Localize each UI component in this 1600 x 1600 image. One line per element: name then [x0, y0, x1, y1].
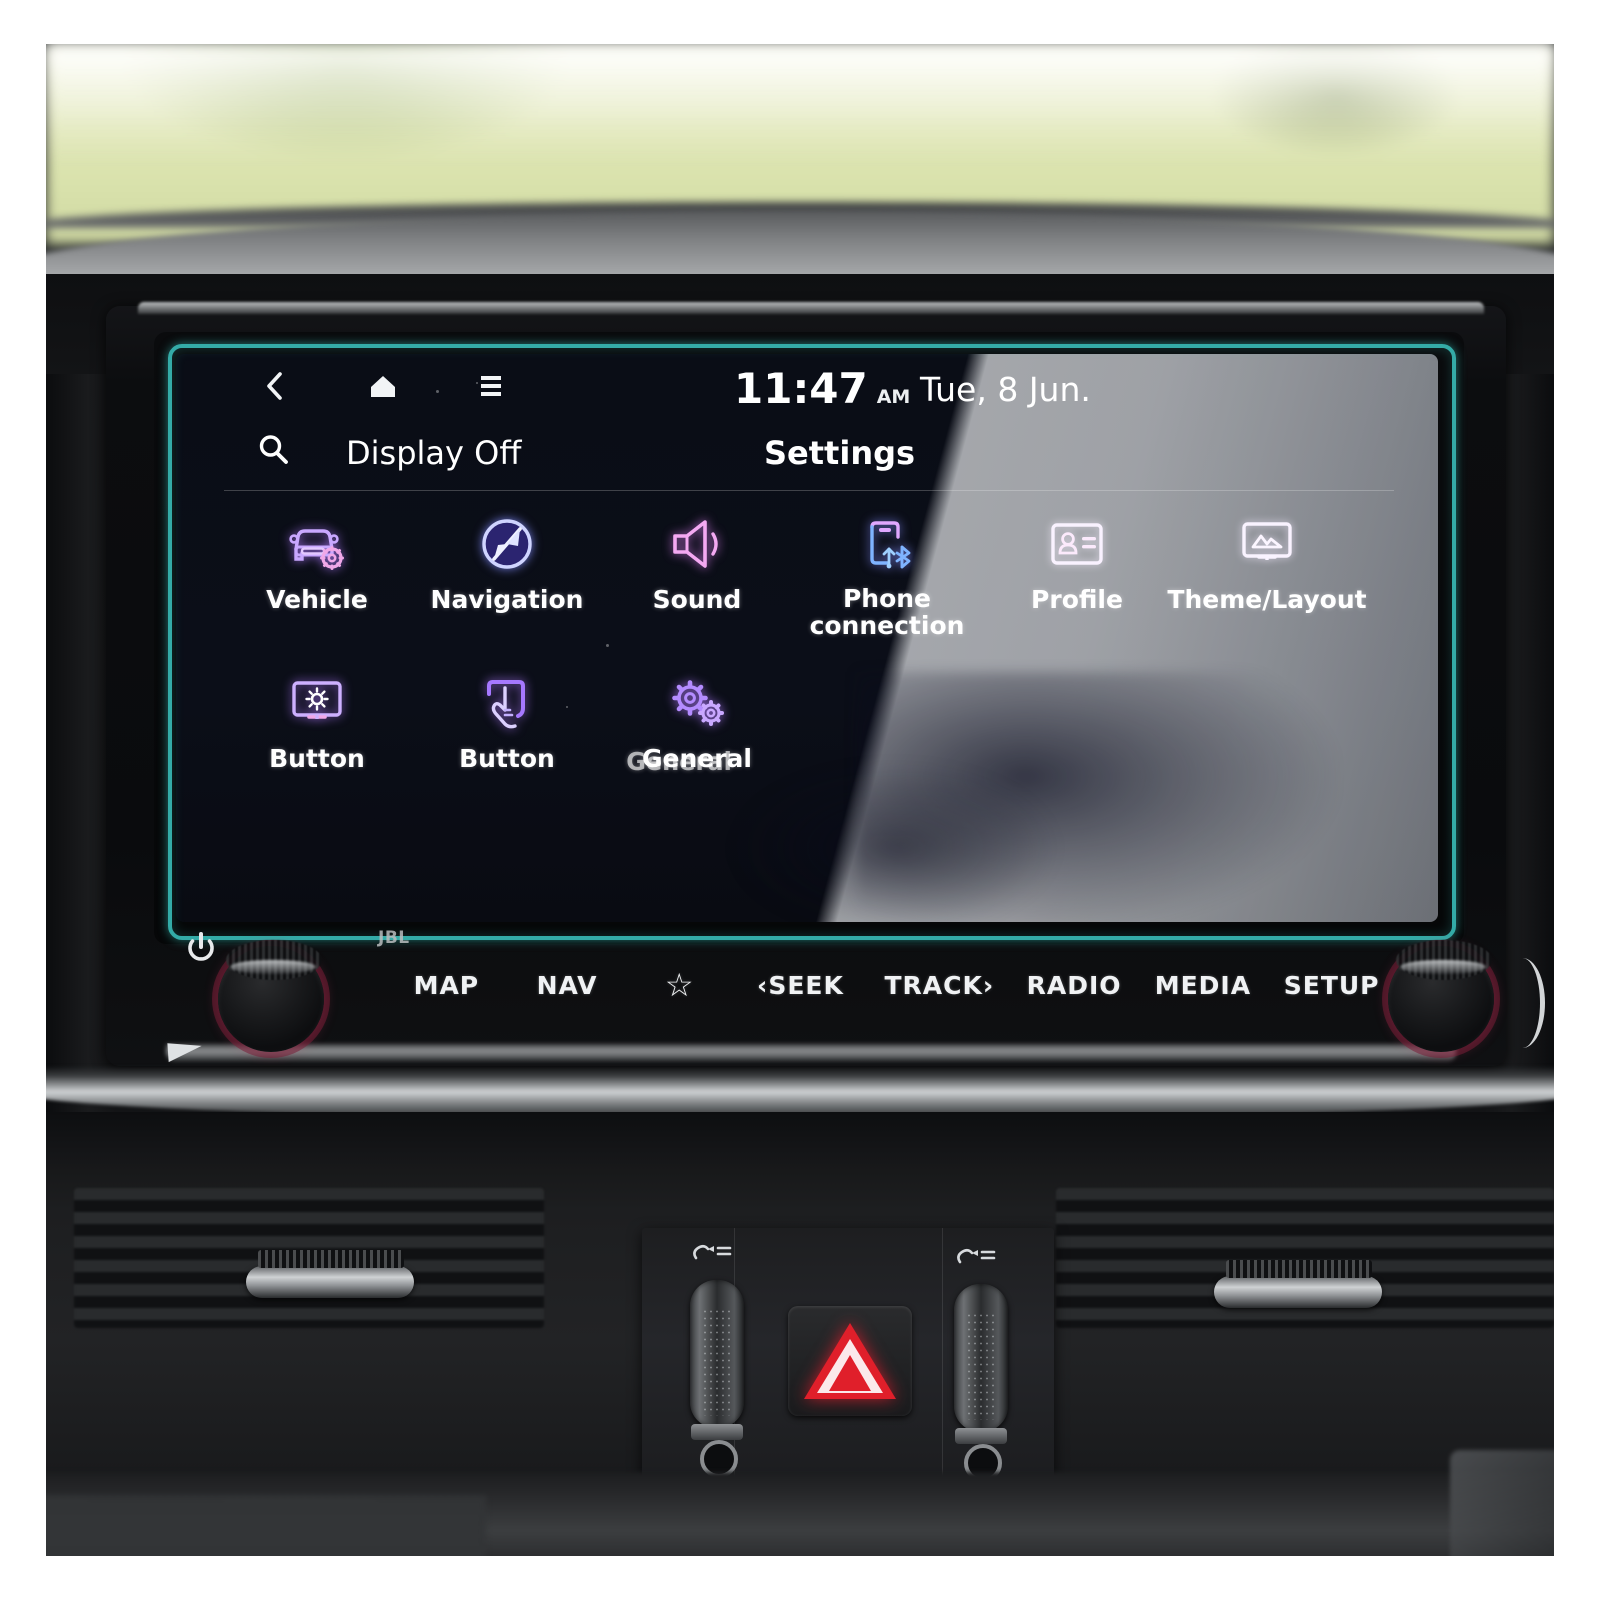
screenshot-root: 11:47 AM Tue, 8 Jun. Display Off Setting… [0, 0, 1600, 1600]
head-unit-controls: JBL MAP NAV ☆ ‹SEEK TRACK› RADIO MEDIA S… [106, 924, 1545, 1064]
settings-item-label: Sound [652, 585, 742, 614]
infotainment-screen[interactable]: 11:47 AM Tue, 8 Jun. Display Off Setting… [176, 354, 1438, 922]
compass-icon [475, 514, 539, 574]
home-icon[interactable] [366, 369, 400, 403]
hw-button-nav[interactable]: NAV [507, 971, 628, 1000]
phone-connection-icon [855, 514, 919, 574]
dashboard-photo: 11:47 AM Tue, 8 Jun. Display Off Setting… [46, 44, 1554, 1556]
frame-top [0, 0, 1600, 44]
hazard-control-panel [642, 1228, 1054, 1510]
settings-grid-row-2: Button Button General General [176, 663, 1438, 772]
speaker-icon [665, 514, 729, 574]
settings-item-label: Profile [1031, 585, 1123, 614]
gears-icon [665, 673, 729, 733]
car-settings-icon [285, 514, 349, 574]
status-bar: 11:47 AM Tue, 8 Jun. [176, 354, 1438, 418]
screen-reflection-dark-2 [731, 762, 1060, 922]
hardware-button-row: MAP NAV ☆ ‹SEEK TRACK› RADIO MEDIA SETUP [386, 966, 1396, 1004]
defroster-cap-right [955, 1428, 1007, 1444]
frame-right [1554, 0, 1600, 1600]
hw-button-radio[interactable]: RADIO [1010, 971, 1139, 1000]
rear-defroster-control[interactable] [954, 1284, 1008, 1432]
tune-arc-mark [1500, 958, 1545, 1048]
settings-item-label: General [642, 745, 752, 772]
sub-bar: Display Off Settings [176, 418, 1438, 488]
profile-card-icon [1045, 514, 1109, 574]
settings-item-label: Navigation [430, 585, 584, 614]
page-title: Settings [764, 434, 916, 472]
power-icon[interactable] [186, 932, 216, 969]
hw-button-media[interactable]: MEDIA [1138, 971, 1267, 1000]
nav-icon-group [258, 369, 508, 403]
tune-knob[interactable] [1388, 946, 1494, 1052]
settings-item-label: Button [459, 744, 555, 773]
touch-gesture-icon [475, 673, 539, 733]
head-unit-chrome-top [138, 302, 1484, 314]
jbl-logo: JBL [378, 928, 410, 948]
settings-item-label: Vehicle [266, 585, 368, 614]
hw-button-track[interactable]: TRACK› [869, 971, 1010, 1000]
settings-item-label: Phone connection [809, 584, 965, 640]
console-right-trim [1450, 1450, 1554, 1556]
settings-item-navigation[interactable]: Navigation [412, 504, 602, 639]
hw-button-map[interactable]: MAP [386, 971, 507, 1000]
search-icon[interactable] [256, 432, 290, 471]
front-defroster-control[interactable] [690, 1280, 744, 1428]
settings-grid: Vehicle Navigation Sound Phone connectio… [176, 504, 1438, 772]
settings-item-vehicle[interactable]: Vehicle [222, 504, 412, 639]
settings-grid-row-1: Vehicle Navigation Sound Phone connectio… [176, 504, 1438, 639]
display-brightness-icon [285, 673, 349, 733]
settings-item-button-display[interactable]: Button [222, 663, 412, 772]
star-favorite-icon[interactable]: ☆ [627, 966, 732, 1004]
back-chevron-icon[interactable] [258, 369, 292, 403]
settings-item-general[interactable]: General [602, 663, 792, 772]
floor-carpet [46, 1496, 486, 1556]
panel-seam [942, 1228, 943, 1510]
defroster-rear-icon [954, 1244, 1000, 1274]
windshield-glare [46, 44, 1554, 164]
clock-ampm: AM [876, 386, 911, 408]
hw-button-setup[interactable]: SETUP [1267, 971, 1396, 1000]
hazard-triangle-icon [804, 1323, 896, 1399]
defroster-front-icon [690, 1240, 736, 1270]
clock: 11:47 AM [734, 364, 910, 413]
theme-layout-icon [1235, 514, 1299, 574]
volume-indicator-mark [167, 1040, 203, 1063]
frame-left [0, 0, 46, 1600]
settings-item-phone-connection[interactable]: Phone connection [792, 504, 982, 639]
volume-knob[interactable] [218, 946, 324, 1052]
settings-item-sound[interactable]: Sound [602, 504, 792, 639]
defroster-cap-left [691, 1424, 743, 1440]
frame-bottom [0, 1556, 1600, 1600]
date-label: Tue, 8 Jun. [920, 370, 1091, 409]
air-vent-left-adjuster[interactable] [246, 1250, 414, 1298]
settings-item-label: Button [269, 744, 365, 773]
settings-item-profile[interactable]: Profile [982, 504, 1172, 639]
air-vent-right-adjuster[interactable] [1214, 1260, 1382, 1308]
settings-item-button-touch[interactable]: Button [412, 663, 602, 772]
hazard-warning-button[interactable] [788, 1306, 912, 1416]
header-divider [224, 490, 1394, 491]
settings-item-theme-layout[interactable]: Theme/Layout [1167, 504, 1367, 639]
hw-button-seek[interactable]: ‹SEEK [732, 971, 869, 1000]
display-off-button[interactable]: Display Off [346, 434, 521, 472]
settings-item-label: Theme/Layout [1167, 585, 1367, 614]
hamburger-menu-icon[interactable] [474, 369, 508, 403]
clock-time: 11:47 [734, 364, 868, 413]
